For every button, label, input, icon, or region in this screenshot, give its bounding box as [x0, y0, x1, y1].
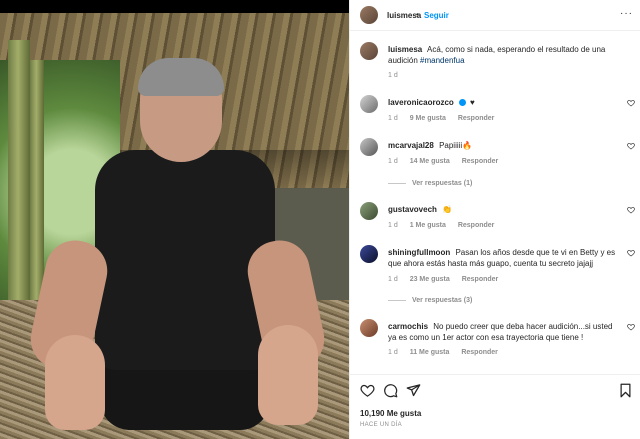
author-avatar[interactable] [360, 6, 378, 24]
comment-likes[interactable]: 1 Me gusta [410, 222, 446, 229]
comment-time: 1 d [388, 276, 398, 283]
avatar[interactable] [360, 319, 378, 337]
comment-time: 1 d [388, 349, 398, 356]
photo-person [95, 150, 275, 370]
like-heart-icon[interactable] [360, 383, 375, 398]
comment-time: 1 d [388, 72, 398, 79]
view-replies-button[interactable]: Ver respuestas (3) [388, 297, 472, 304]
heart-icon[interactable] [627, 99, 635, 107]
avatar[interactable] [360, 138, 378, 156]
comment-time: 1 d [388, 158, 398, 165]
post-panel: luismesa • Seguir ··· luismesa Acá, como… [349, 0, 640, 439]
post-date: HACE UN DÍA [360, 422, 402, 428]
comment-likes[interactable]: 14 Me gusta [410, 158, 450, 165]
reply-button[interactable]: Responder [461, 349, 498, 356]
bookmark-icon[interactable] [618, 383, 633, 398]
comment-username[interactable]: carmochis [388, 322, 428, 331]
comment-text: 👏 [442, 205, 453, 214]
hashtag-link[interactable]: #mandenfua [420, 56, 464, 65]
heart-icon[interactable] [627, 206, 635, 214]
comment-username[interactable]: gustavovech [388, 205, 437, 214]
comment-text: ♥ [470, 98, 475, 107]
follow-button[interactable]: Seguir [424, 11, 449, 20]
likes-count[interactable]: 10,190 Me gusta [360, 409, 421, 418]
avatar[interactable] [360, 95, 378, 113]
comment-username[interactable]: laveronicaorozco [388, 98, 454, 107]
comment-icon[interactable] [383, 383, 398, 398]
reply-button[interactable]: Responder [462, 158, 499, 165]
photo-top-bar [0, 0, 349, 13]
view-replies-button[interactable]: Ver respuestas (1) [388, 180, 472, 187]
verified-badge-icon [458, 99, 466, 107]
avatar[interactable] [360, 42, 378, 60]
comments-list[interactable]: luismesa Acá, como si nada, esperando el… [350, 32, 640, 374]
avatar[interactable] [360, 245, 378, 263]
post-actions: 10,190 Me gusta HACE UN DÍA [350, 374, 640, 439]
comment-text: Papiiiii🔥 [439, 141, 473, 150]
heart-icon[interactable] [627, 142, 635, 150]
comment-likes[interactable]: 11 Me gusta [410, 349, 450, 356]
more-options-icon[interactable]: ··· [620, 8, 633, 19]
reply-button[interactable]: Responder [462, 276, 499, 283]
comment-username[interactable]: mcarvajal28 [388, 141, 434, 150]
avatar[interactable] [360, 202, 378, 220]
share-icon[interactable] [406, 383, 421, 398]
comment-username[interactable]: shiningfullmoon [388, 248, 450, 257]
heart-icon[interactable] [627, 323, 635, 331]
comment-likes[interactable]: 23 Me gusta [410, 276, 450, 283]
reply-button[interactable]: Responder [458, 222, 495, 229]
comment-likes[interactable]: 9 Me gusta [410, 115, 446, 122]
comment-time: 1 d [388, 222, 398, 229]
heart-icon[interactable] [627, 249, 635, 257]
post-photo[interactable] [0, 0, 349, 439]
comment-time: 1 d [388, 115, 398, 122]
reply-button[interactable]: Responder [458, 115, 495, 122]
comment-username[interactable]: luismesa [388, 45, 422, 54]
post-header: luismesa • Seguir ··· [350, 0, 640, 31]
